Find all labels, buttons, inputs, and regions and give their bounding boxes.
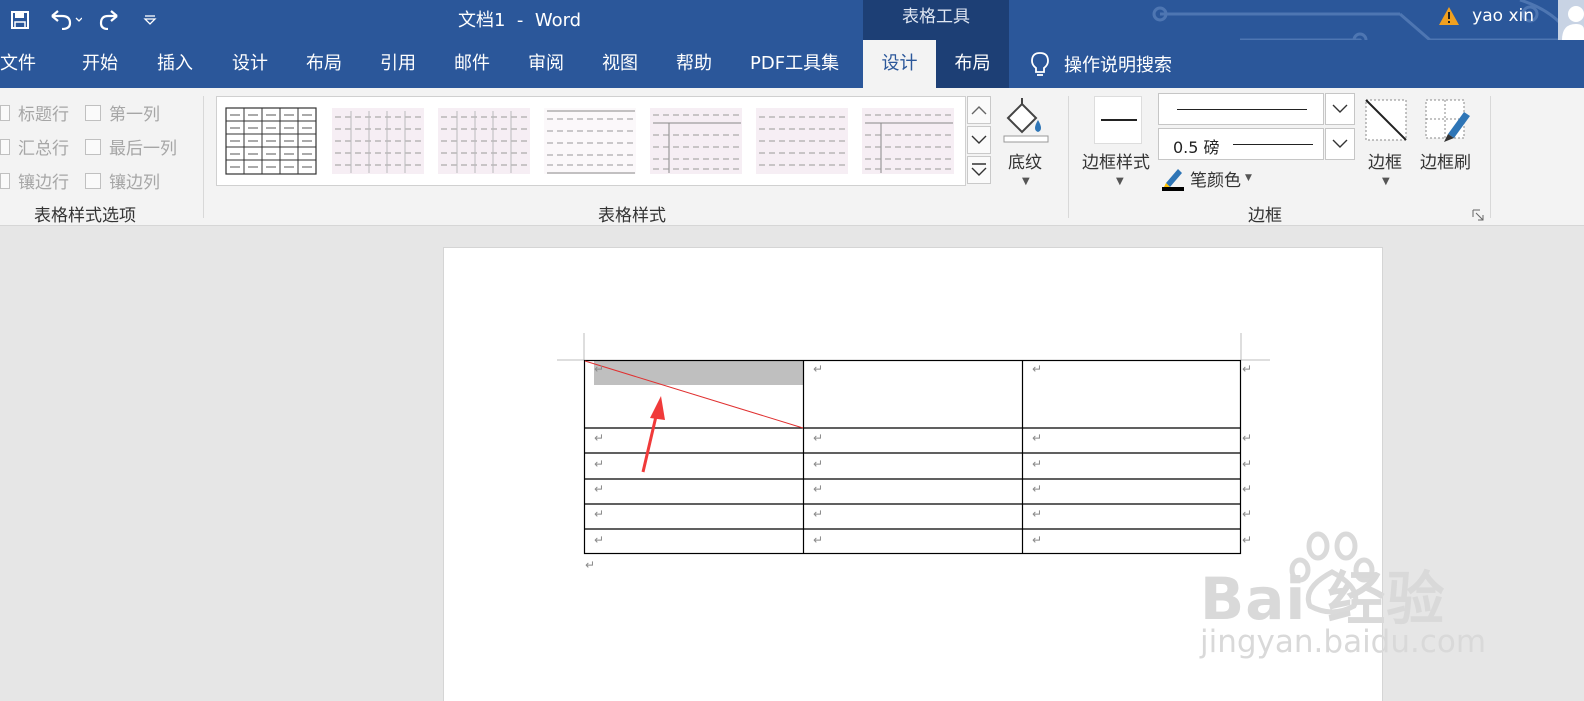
- paragraph-mark: ↵: [1242, 362, 1253, 376]
- paragraph-mark: ↵: [813, 362, 824, 376]
- paragraph-mark: ↵: [813, 507, 824, 521]
- paragraph-mark: ↵: [594, 482, 605, 496]
- paragraph-mark: ↵: [594, 533, 605, 547]
- paragraph-mark: ↵: [594, 507, 605, 521]
- paragraph-mark: ↵: [1242, 533, 1253, 547]
- paragraph-mark: ↵: [1242, 457, 1253, 471]
- watermark-url: jingyan.baidu.com: [1200, 624, 1487, 660]
- paragraph-mark: ↵: [813, 457, 824, 471]
- paragraph-mark: ↵: [594, 362, 605, 376]
- paragraph-mark: ↵: [1032, 507, 1043, 521]
- paragraph-mark: ↵: [1032, 362, 1043, 376]
- paragraph-mark: ↵: [1032, 482, 1043, 496]
- table-grid[interactable]: [583, 359, 1242, 555]
- margin-guides: [557, 333, 1270, 361]
- paragraph-mark: ↵: [1242, 507, 1253, 521]
- paragraph-mark: ↵: [594, 431, 605, 445]
- paragraph-mark: ↵: [813, 533, 824, 547]
- paragraph-mark: ↵: [813, 431, 824, 445]
- paragraph-mark: ↵: [813, 482, 824, 496]
- paragraph-mark: ↵: [1242, 431, 1253, 445]
- paragraph-mark: ↵: [585, 558, 596, 572]
- paragraph-mark: ↵: [1242, 482, 1253, 496]
- red-arrow-annotation: [641, 396, 665, 473]
- paragraph-mark: ↵: [1032, 533, 1043, 547]
- paragraph-mark: ↵: [1032, 431, 1043, 445]
- paragraph-mark: ↵: [1032, 457, 1043, 471]
- paragraph-mark: ↵: [594, 457, 605, 471]
